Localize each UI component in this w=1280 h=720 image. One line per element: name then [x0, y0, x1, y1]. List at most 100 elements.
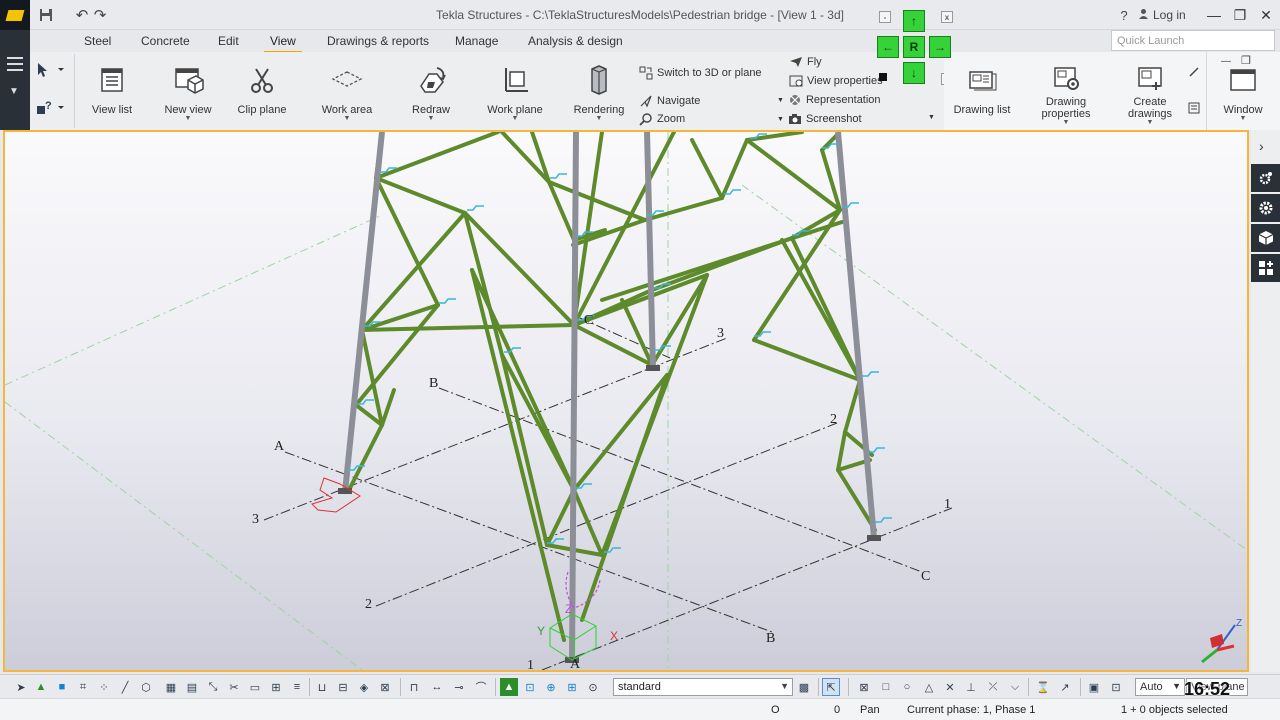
tab-edit[interactable]: Edit: [218, 34, 239, 48]
navpad-up[interactable]: ↑: [903, 10, 925, 32]
select-pour-icon[interactable]: ⊠: [376, 678, 394, 696]
select-reinforcement-icon[interactable]: ≡: [288, 678, 306, 696]
snap-direction-icon[interactable]: ↗: [1056, 678, 1074, 696]
ribbon-minimize-icon[interactable]: —: [1221, 56, 1231, 67]
restore-button[interactable]: ❐: [1226, 4, 1254, 26]
3d-view-viewport[interactable]: A B C A B C 3 2 1 3 2 1 Z X Y Z: [3, 130, 1249, 672]
zoom-button[interactable]: Zoom: [639, 112, 685, 126]
snap-midpoint-icon[interactable]: ⊠: [855, 678, 873, 696]
snap-arc-icon[interactable]: ⌒: [472, 678, 490, 696]
select-layers-icon[interactable]: ◈: [355, 678, 373, 696]
redraw-button[interactable]: Redraw ▼: [393, 62, 469, 126]
catalog-cube-icon[interactable]: [1251, 224, 1280, 252]
navpad-left[interactable]: ←: [877, 36, 899, 58]
snap-extension-icon[interactable]: ⤫: [984, 678, 1002, 696]
select-grid-icon[interactable]: ⌗: [74, 678, 92, 696]
snap-end-icon[interactable]: ⊓: [405, 678, 423, 696]
status-phase[interactable]: Current phase: 1, Phase 1: [907, 704, 1035, 716]
snap-triangle-icon[interactable]: △: [920, 678, 938, 696]
work-plane-button[interactable]: Work plane ▼: [477, 62, 553, 126]
select-components-icon[interactable]: ▦: [162, 678, 180, 696]
snap-box-icon[interactable]: □: [877, 678, 895, 696]
ribbon-group-expand-icon[interactable]: ▼: [928, 114, 935, 121]
close-button[interactable]: ✕: [1252, 4, 1280, 26]
smart-select-icon[interactable]: ⇱: [822, 678, 840, 696]
navpad-minimize[interactable]: -: [879, 11, 891, 23]
select-surface-icon[interactable]: ■: [53, 678, 71, 696]
tab-manage[interactable]: Manage: [455, 34, 498, 48]
select-all-icon[interactable]: ➤: [12, 678, 30, 696]
select-object-icon[interactable]: ⬡: [137, 678, 155, 696]
tab-concrete[interactable]: Concrete: [141, 34, 190, 48]
chevron-down-icon[interactable]: ▼: [9, 86, 19, 97]
snap-nearest-icon[interactable]: ⊕: [542, 678, 560, 696]
select-assembly-icon[interactable]: ⊔: [313, 678, 331, 696]
clip-plane-button[interactable]: Clip plane: [224, 62, 300, 126]
select-welds-icon[interactable]: ⤡: [204, 678, 222, 696]
navigate-button[interactable]: Navigate: [639, 94, 700, 108]
snap-reference-icon[interactable]: ▲: [500, 678, 518, 696]
switch-3d-button[interactable]: Switch to 3D or plane: [639, 66, 762, 80]
navpad-close[interactable]: x: [941, 11, 953, 23]
navpad-down[interactable]: ↓: [903, 62, 925, 84]
view-properties-button[interactable]: View properties: [789, 74, 883, 88]
select-views-icon[interactable]: ▭: [246, 678, 264, 696]
snap-any-icon[interactable]: ⊙: [584, 678, 602, 696]
new-view-button[interactable]: New view ▼: [150, 62, 226, 126]
select-parts-icon[interactable]: ▲: [32, 678, 50, 696]
snap-priority-icon[interactable]: ▣: [1085, 678, 1103, 696]
create-drawings-button[interactable]: Create drawings ▼: [1112, 62, 1188, 126]
tab-analysis-design[interactable]: Analysis & design: [528, 34, 623, 48]
window-button[interactable]: Window ▼: [1205, 62, 1280, 126]
tab-drawings-reports[interactable]: Drawings & reports: [327, 34, 429, 48]
undo-icon[interactable]: ↶: [72, 5, 92, 25]
select-cast-unit-icon[interactable]: ⊟: [334, 678, 352, 696]
login-link[interactable]: Log in: [1138, 8, 1186, 22]
select-line-icon[interactable]: ╱: [116, 678, 134, 696]
view-list-button[interactable]: View list: [74, 62, 150, 126]
snap-circle-icon[interactable]: ○: [898, 678, 916, 696]
snap-geometry-icon[interactable]: ⊡: [521, 678, 539, 696]
screenshot-button[interactable]: ▼ Screenshot: [777, 112, 862, 126]
snap-perpendicular-icon[interactable]: ⊥: [962, 678, 980, 696]
hamburger-menu-icon[interactable]: [7, 57, 23, 59]
save-icon[interactable]: [36, 5, 56, 25]
minimize-button[interactable]: —: [1200, 4, 1228, 26]
redo-icon[interactable]: ↷: [90, 5, 110, 25]
drawing-list-button[interactable]: Drawing list: [944, 62, 1020, 126]
select-in-components-icon[interactable]: ▤: [183, 678, 201, 696]
representation-button[interactable]: ▼ Representation: [777, 93, 881, 107]
tekla-logo-icon[interactable]: [0, 0, 30, 30]
navpad-center[interactable]: R: [903, 36, 925, 58]
select-bolts-icon[interactable]: ⊞: [267, 678, 285, 696]
tab-steel[interactable]: Steel: [84, 34, 111, 48]
select-cuts-icon[interactable]: ✂: [225, 678, 243, 696]
fly-button[interactable]: Fly: [789, 55, 822, 69]
rendering-button[interactable]: Rendering ▼: [561, 62, 637, 126]
snap-intersection-icon[interactable]: ⊞: [563, 678, 581, 696]
tab-view[interactable]: View: [264, 34, 302, 53]
settings-icon[interactable]: [1251, 194, 1280, 222]
navpad-right[interactable]: →: [929, 36, 951, 58]
quick-launch-input[interactable]: Quick Launch: [1111, 30, 1275, 51]
applications-icon[interactable]: [1251, 254, 1280, 282]
help-icon[interactable]: ?: [1114, 5, 1134, 25]
snap-override-icon[interactable]: ⊡: [1107, 678, 1125, 696]
drawing-properties-button[interactable]: Drawing properties ▼: [1028, 62, 1104, 126]
work-plane-mode-select[interactable]: Auto ▼: [1135, 678, 1185, 696]
properties-gear-icon[interactable]: [1251, 164, 1280, 192]
snap-free-icon[interactable]: ⌵: [1006, 678, 1024, 696]
stop-icon[interactable]: [878, 72, 888, 82]
work-area-button[interactable]: Work area ▼: [309, 62, 385, 126]
drawing-extra-icon[interactable]: [1188, 102, 1200, 114]
snap-line-icon[interactable]: ↔: [428, 678, 446, 696]
drawing-more-icon[interactable]: [1188, 66, 1200, 78]
snap-center-icon[interactable]: ⊸: [450, 678, 468, 696]
select-tool-icon[interactable]: [36, 62, 76, 98]
ribbon-restore-icon[interactable]: ❐: [1241, 54, 1251, 67]
chevron-right-icon[interactable]: ›: [1259, 138, 1264, 154]
snap-plane-icon[interactable]: ⌛: [1034, 678, 1052, 696]
select-points-icon[interactable]: ⁘: [95, 678, 113, 696]
filter-settings-icon[interactable]: ▩: [795, 678, 813, 696]
snap-cross-icon[interactable]: ✕: [941, 678, 959, 696]
